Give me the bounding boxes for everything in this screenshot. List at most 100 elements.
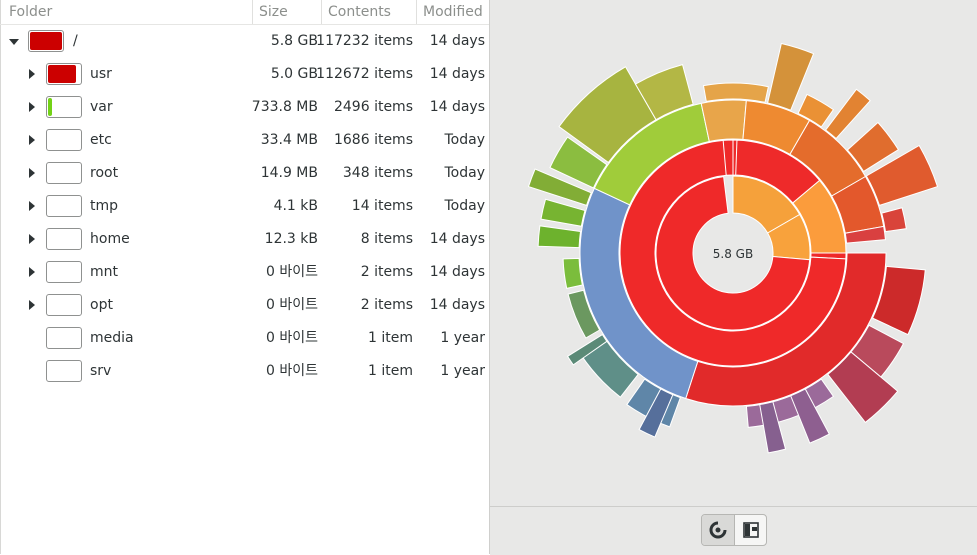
folder-modified: 14 days: [429, 99, 485, 115]
usage-fill: [30, 32, 62, 50]
folder-row[interactable]: usr 5.0 GB 112672 items 14 days: [0, 58, 489, 91]
expand-arrow-icon[interactable]: [29, 168, 35, 178]
folder-row[interactable]: / 5.8 GB 117232 items 14 days: [0, 25, 489, 58]
folder-row[interactable]: root 14.9 MB 348 items Today: [0, 157, 489, 190]
expand-arrow-icon[interactable]: [29, 201, 35, 211]
folder-contents: 1 item: [368, 363, 413, 379]
folder-name: mnt: [90, 264, 118, 280]
ring-segment[interactable]: [562, 257, 583, 289]
column-header-folder[interactable]: Folder: [9, 0, 52, 24]
folder-size: 12.3 kB: [264, 231, 318, 247]
folder-name: home: [90, 231, 130, 247]
folder-modified: 14 days: [429, 33, 485, 49]
treemap-view-button[interactable]: [735, 515, 766, 545]
folder-row[interactable]: media 0 바이트 1 item 1 year: [0, 322, 489, 355]
folder-row[interactable]: home 12.3 kB 8 items 14 days: [0, 223, 489, 256]
column-separator: [416, 0, 417, 24]
usage-fill: [48, 65, 76, 83]
ring-segment[interactable]: [700, 99, 747, 143]
usage-swatch: [46, 162, 82, 184]
column-separator: [321, 0, 322, 24]
folder-contents: 2 items: [360, 264, 413, 280]
folder-name: /: [73, 33, 78, 49]
expand-arrow-icon[interactable]: [29, 69, 35, 79]
ring-chart-view-button[interactable]: [702, 515, 735, 545]
folder-contents: 117232 items: [316, 33, 413, 49]
folder-name: var: [90, 99, 113, 115]
folder-contents: 348 items: [342, 165, 413, 181]
view-toggle-group: [701, 514, 767, 546]
folder-contents: 112672 items: [316, 66, 413, 82]
expand-arrow-icon[interactable]: [29, 234, 35, 244]
folder-name: media: [90, 330, 134, 346]
folder-size: 733.8 MB: [251, 99, 318, 115]
ring-chart-icon: [709, 521, 727, 539]
chart-panel: 5.8 GB: [490, 0, 977, 506]
column-header-size[interactable]: Size: [259, 0, 288, 24]
folder-size: 0 바이트: [266, 297, 318, 313]
folder-name: etc: [90, 132, 112, 148]
usage-swatch: [46, 294, 82, 316]
folder-row[interactable]: mnt 0 바이트 2 items 14 days: [0, 256, 489, 289]
folder-contents: 2 items: [360, 297, 413, 313]
folder-row[interactable]: srv 0 바이트 1 item 1 year: [0, 355, 489, 388]
folder-tree-panel: Folder Size Contents Modified / 5.8 GB 117…: [0, 0, 490, 554]
ring-segment[interactable]: [540, 198, 586, 227]
expand-arrow-icon[interactable]: [29, 135, 35, 145]
folder-row[interactable]: var 733.8 MB 2496 items 14 days: [0, 91, 489, 124]
folder-size: 5.0 GB: [270, 66, 318, 82]
treemap-icon: [743, 522, 759, 538]
folder-name: usr: [90, 66, 112, 82]
folder-modified: 1 year: [440, 363, 485, 379]
folder-size: 14.9 MB: [260, 165, 318, 181]
usage-swatch: [46, 195, 82, 217]
folder-contents: 14 items: [351, 198, 413, 214]
folder-modified: 14 days: [429, 231, 485, 247]
folder-modified: 1 year: [440, 330, 485, 346]
usage-swatch: [46, 228, 82, 250]
usage-swatch: [46, 129, 82, 151]
folder-row[interactable]: etc 33.4 MB 1686 items Today: [0, 124, 489, 157]
usage-swatch: [46, 261, 82, 283]
usage-swatch: [46, 360, 82, 382]
folder-modified: 14 days: [429, 297, 485, 313]
folder-modified: Today: [444, 165, 486, 181]
folder-size: 0 바이트: [266, 330, 318, 346]
usage-swatch: [46, 63, 82, 85]
folder-contents: 1 item: [368, 330, 413, 346]
center-size-label: 5.8 GB: [713, 247, 753, 261]
folder-modified: Today: [444, 132, 486, 148]
folder-size: 33.4 MB: [260, 132, 318, 148]
usage-swatch: [46, 96, 82, 118]
ring-chart[interactable]: 5.8 GB: [490, 0, 977, 506]
folder-modified: 14 days: [429, 264, 485, 280]
folder-name: opt: [90, 297, 113, 313]
usage-swatch: [28, 30, 64, 52]
folder-size: 0 바이트: [266, 363, 318, 379]
ring-segment[interactable]: [702, 82, 769, 103]
folder-name: srv: [90, 363, 112, 379]
view-switcher-bar: [490, 506, 977, 555]
folder-size: 4.1 kB: [273, 198, 318, 214]
expand-arrow-icon[interactable]: [29, 102, 35, 112]
column-header-modified[interactable]: Modified: [423, 0, 483, 24]
ring-segment[interactable]: [881, 207, 907, 233]
folder-modified: 14 days: [429, 66, 485, 82]
folder-size: 5.8 GB: [270, 33, 318, 49]
folder-row[interactable]: tmp 4.1 kB 14 items Today: [0, 190, 489, 223]
folder-row[interactable]: opt 0 바이트 2 items 14 days: [0, 289, 489, 322]
expand-arrow-icon[interactable]: [29, 300, 35, 310]
ring-segment[interactable]: [824, 88, 871, 140]
folder-contents: 2496 items: [333, 99, 413, 115]
folder-name: root: [90, 165, 119, 181]
column-separator: [252, 0, 253, 24]
usage-fill: [48, 98, 52, 116]
folder-contents: 1686 items: [333, 132, 413, 148]
folder-modified: Today: [444, 198, 486, 214]
collapse-arrow-icon[interactable]: [9, 39, 19, 45]
ring-segment[interactable]: [537, 225, 582, 249]
expand-arrow-icon[interactable]: [29, 267, 35, 277]
folder-name: tmp: [90, 198, 119, 214]
column-header-contents[interactable]: Contents: [328, 0, 391, 24]
folder-size: 0 바이트: [266, 264, 318, 280]
